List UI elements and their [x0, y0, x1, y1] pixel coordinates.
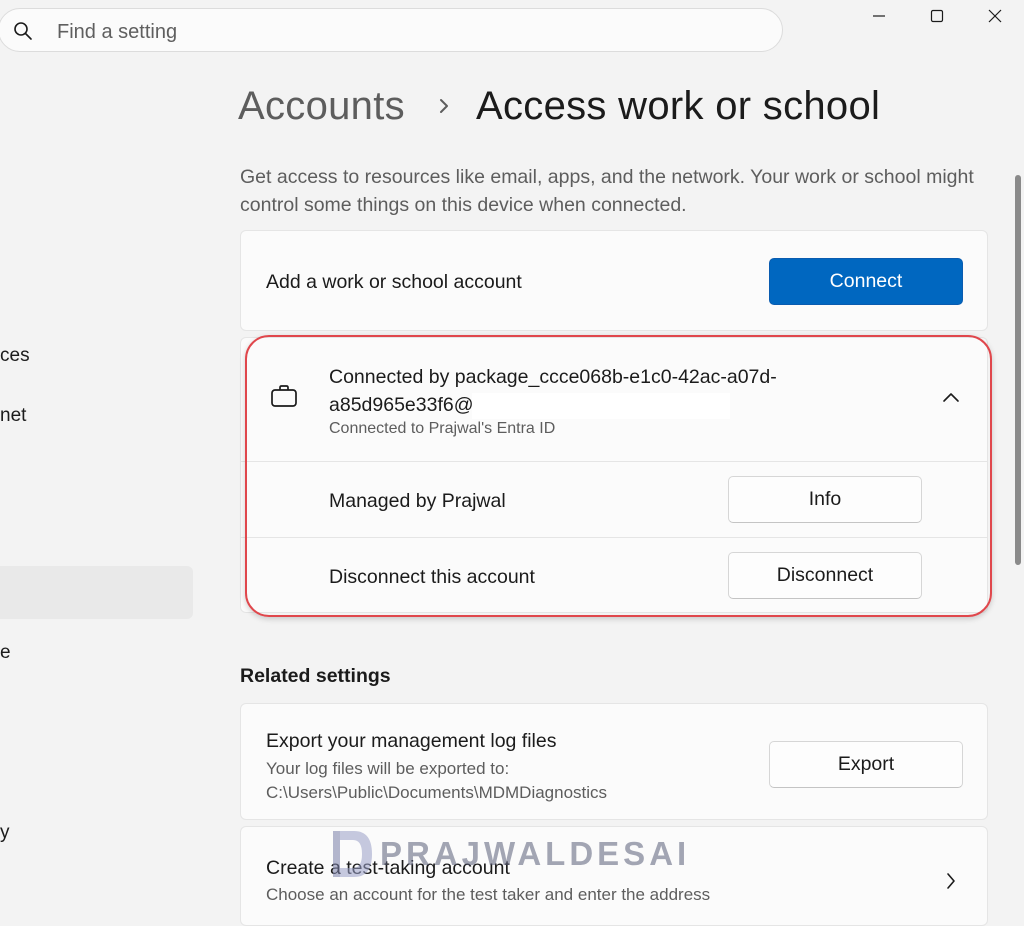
- search-input[interactable]: [55, 18, 739, 46]
- breadcrumb-accounts[interactable]: Accounts: [238, 84, 405, 129]
- info-button[interactable]: Info: [728, 476, 922, 523]
- test-account-title: Create a test-taking account: [266, 857, 510, 879]
- close-button[interactable]: [978, 2, 1012, 30]
- nav-item-selected[interactable]: [0, 566, 193, 619]
- minimize-button[interactable]: [862, 2, 896, 30]
- page-description: Get access to resources like email, apps…: [240, 166, 974, 216]
- search-box[interactable]: [0, 8, 783, 52]
- maximize-icon: [930, 9, 944, 23]
- export-button[interactable]: Export: [769, 741, 963, 788]
- page-title: Access work or school: [476, 84, 881, 128]
- disconnect-label: Disconnect this account: [329, 566, 535, 588]
- chevron-right-icon: [440, 99, 448, 113]
- export-title: Export your management log files: [266, 730, 557, 752]
- close-icon: [988, 9, 1002, 23]
- connect-button[interactable]: Connect: [769, 258, 963, 305]
- test-account-subtitle: Choose an account for the test taker and…: [266, 885, 711, 904]
- nav-item-partial[interactable]: ces: [0, 345, 30, 367]
- export-subtitle: Your log files will be exported to: C:\U…: [266, 759, 608, 802]
- minimize-icon: [873, 15, 885, 17]
- search-icon: [14, 22, 32, 40]
- nav-item-partial[interactable]: net: [0, 405, 26, 427]
- divider: [241, 461, 987, 462]
- add-account-card: Add a work or school account Connect: [240, 230, 988, 331]
- chevron-right-icon: [947, 873, 955, 889]
- divider: [241, 537, 987, 538]
- managed-by-label: Managed by Prajwal: [329, 490, 506, 512]
- test-account-card[interactable]: Create a test-taking account Choose an a…: [240, 826, 988, 926]
- maximize-button[interactable]: [920, 2, 954, 30]
- nav-item-partial[interactable]: e: [0, 642, 11, 664]
- connection-subtitle: Connected to Prajwal's Entra ID: [329, 420, 556, 437]
- related-settings-heading: Related settings: [240, 665, 391, 687]
- add-account-label: Add a work or school account: [266, 271, 522, 293]
- disconnect-button[interactable]: Disconnect: [728, 552, 922, 599]
- connected-account-card: Connected by package_ccce068b-e1c0-42ac-…: [240, 337, 988, 613]
- redacted-block: [471, 392, 730, 419]
- connection-title: Connected by package_ccce068b-e1c0-42ac-…: [329, 363, 809, 419]
- briefcase-icon: [271, 385, 297, 407]
- chevron-up-icon[interactable]: [941, 390, 961, 404]
- export-logs-card: Export your management log files Your lo…: [240, 703, 988, 820]
- nav-item-partial[interactable]: y: [0, 822, 10, 844]
- scrollbar-thumb[interactable]: [1015, 175, 1021, 565]
